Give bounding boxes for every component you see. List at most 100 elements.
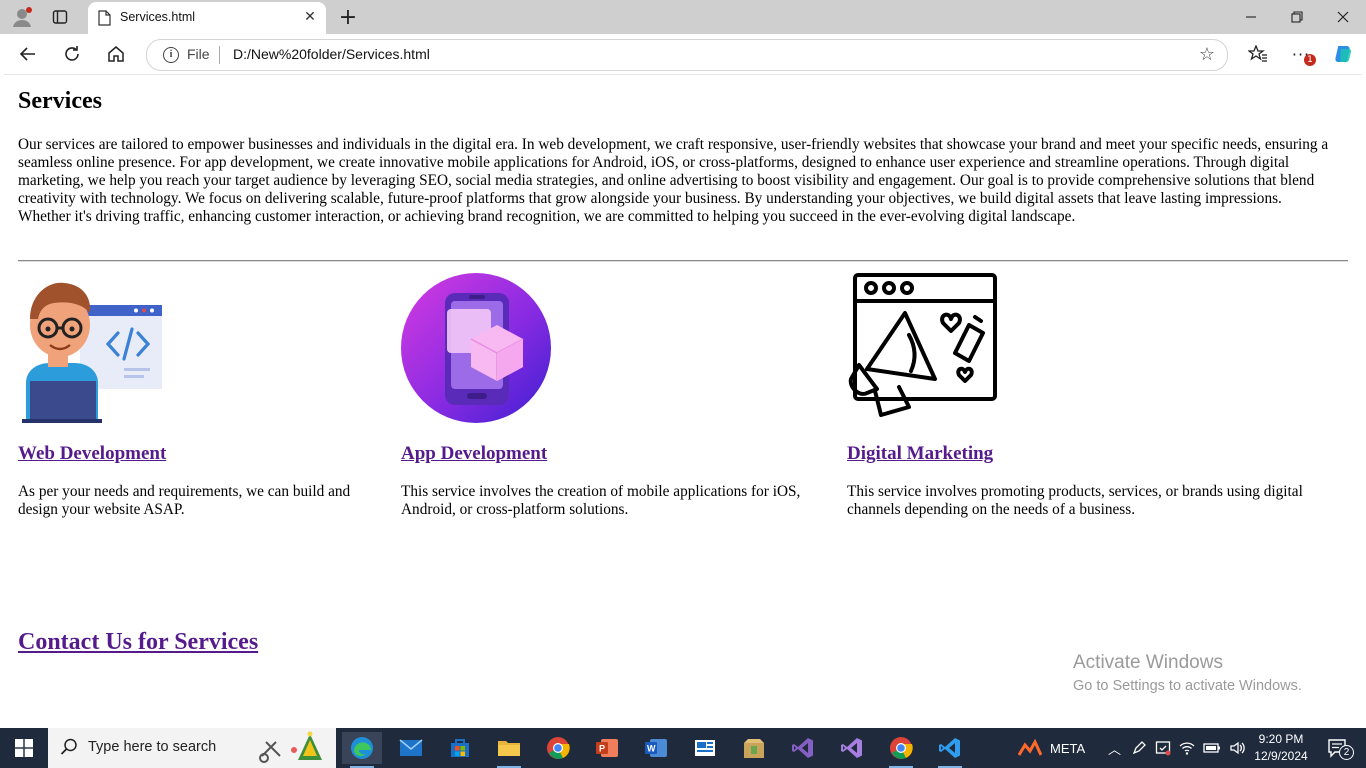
settings-more-button[interactable]: ··· 1 xyxy=(1286,40,1316,68)
contact-us-link[interactable]: Contact Us for Services xyxy=(18,629,258,656)
url-text[interactable]: D:/New%20folder/Services.html xyxy=(233,46,430,62)
chrome-icon xyxy=(890,737,913,759)
powerpoint-icon: P xyxy=(596,739,618,757)
edge-icon xyxy=(351,737,373,759)
show-hidden-icons[interactable]: ︿ xyxy=(1108,739,1121,758)
address-bar[interactable]: i File D:/New%20folder/Services.html ☆ xyxy=(146,39,1228,71)
clock[interactable]: 9:20 PM 12/9/2024 xyxy=(1246,731,1316,765)
svg-text:P: P xyxy=(599,744,605,754)
profile-button[interactable] xyxy=(8,4,36,30)
back-arrow-icon xyxy=(19,47,35,61)
wifi-icon[interactable] xyxy=(1179,740,1195,756)
notification-count: 2 xyxy=(1339,745,1354,760)
visual-studio-icon xyxy=(841,738,862,758)
volume-icon[interactable] xyxy=(1229,740,1247,756)
folder-icon xyxy=(498,741,520,756)
activate-subtitle: Go to Settings to activate Windows. xyxy=(1073,678,1302,694)
address-row: i File D:/New%20folder/Services.html ☆ ·… xyxy=(0,34,1366,74)
minimize-icon xyxy=(1246,16,1256,18)
app-development-link[interactable]: App Development xyxy=(401,443,547,465)
tab-actions-button[interactable] xyxy=(46,4,74,30)
start-button[interactable] xyxy=(0,728,48,768)
page-content: Services Our services are tailored to em… xyxy=(4,74,1362,725)
activate-title: Activate Windows xyxy=(1073,652,1223,673)
taskbar-news[interactable] xyxy=(685,732,725,764)
clock-date: 12/9/2024 xyxy=(1254,749,1308,763)
favorite-star-icon[interactable]: ☆ xyxy=(1199,44,1215,65)
copilot-button[interactable] xyxy=(1328,40,1358,68)
tab-services[interactable]: Services.html ✕ xyxy=(88,2,326,34)
notification-badge: 1 xyxy=(1304,54,1316,66)
clock-time: 9:20 PM xyxy=(1258,732,1304,746)
divider xyxy=(18,260,1348,262)
address-divider xyxy=(219,46,220,64)
minimize-button[interactable] xyxy=(1228,4,1274,30)
windows-logo-icon xyxy=(15,739,33,757)
tab-title: Services.html xyxy=(120,10,196,24)
taskbar-file-explorer[interactable] xyxy=(489,732,529,768)
services-intro: Our services are tailored to empower bus… xyxy=(18,136,1329,225)
taskbar-powerpoint[interactable]: P xyxy=(587,732,627,764)
battery-icon[interactable] xyxy=(1203,740,1221,756)
digital-marketing-link[interactable]: Digital Marketing xyxy=(847,443,993,465)
taskbar-visual-studio[interactable] xyxy=(783,732,823,764)
search-placeholder: Type here to search xyxy=(88,739,217,755)
taskbar-archive[interactable] xyxy=(734,732,774,764)
restore-button[interactable] xyxy=(1274,4,1320,30)
taskbar-search-box[interactable]: Type here to search xyxy=(48,728,336,768)
document-icon xyxy=(98,10,111,26)
taskbar-edge[interactable] xyxy=(342,732,382,768)
taskbar-mail[interactable] xyxy=(391,732,431,764)
notification-center-button[interactable]: 2 xyxy=(1322,728,1354,768)
tab-close-icon[interactable]: ✕ xyxy=(300,7,320,27)
news-icon xyxy=(695,740,715,756)
web-development-image xyxy=(20,273,170,423)
search-highlight-icon xyxy=(259,731,322,763)
web-development-link[interactable]: Web Development xyxy=(18,443,166,465)
activate-windows-watermark: Activate Windows Go to Settings to activ… xyxy=(1073,652,1302,694)
page-title: Services xyxy=(18,88,102,114)
store-icon xyxy=(451,739,469,757)
new-tab-button[interactable]: + xyxy=(334,4,362,30)
scheme-label: File xyxy=(187,46,210,62)
taskbar: Type here to search P W META ︿ 9:20 PM 1… xyxy=(0,728,1366,768)
back-button[interactable] xyxy=(13,40,43,68)
taskbar-chrome[interactable] xyxy=(538,732,578,764)
visual-studio-icon xyxy=(792,738,813,758)
restore-icon xyxy=(1291,11,1303,23)
weather-widget[interactable]: META xyxy=(1018,728,1085,768)
taskbar-chrome-2[interactable] xyxy=(881,732,921,768)
digital-marketing-image xyxy=(847,273,997,423)
app-development-description: This service involves the creation of mo… xyxy=(401,483,801,518)
vscode-icon xyxy=(939,738,960,758)
favorites-button[interactable] xyxy=(1243,40,1273,68)
taskbar-visual-studio-2[interactable] xyxy=(832,732,872,764)
close-icon xyxy=(1337,11,1349,23)
info-icon[interactable]: i xyxy=(163,47,179,63)
taskbar-vscode[interactable] xyxy=(930,732,970,768)
system-tray: ︿ xyxy=(1108,728,1247,768)
favorites-icon xyxy=(1248,45,1267,62)
search-icon xyxy=(60,738,77,755)
taskbar-store[interactable] xyxy=(440,732,480,764)
refresh-icon xyxy=(65,46,79,61)
archive-icon xyxy=(744,739,764,758)
weather-label: META xyxy=(1050,740,1086,756)
browser-tab-bar: Services.html ✕ + xyxy=(0,0,1366,34)
tab-actions-icon xyxy=(52,10,68,24)
word-icon: W xyxy=(645,739,667,757)
chrome-icon xyxy=(547,737,570,759)
web-development-description: As per your needs and requirements, we c… xyxy=(18,483,351,518)
security-icon[interactable] xyxy=(1155,740,1171,756)
svg-text:W: W xyxy=(647,744,656,754)
digital-marketing-description: This service involves promoting products… xyxy=(847,483,1303,518)
copilot-icon xyxy=(1335,46,1352,63)
taskbar-word[interactable]: W xyxy=(636,732,676,764)
app-development-image xyxy=(401,273,551,423)
stock-chart-icon xyxy=(1018,739,1042,756)
home-button[interactable] xyxy=(101,40,131,68)
profile-icon xyxy=(13,7,32,27)
pen-icon[interactable] xyxy=(1131,740,1147,756)
refresh-button[interactable] xyxy=(57,40,87,68)
close-window-button[interactable] xyxy=(1320,4,1366,30)
